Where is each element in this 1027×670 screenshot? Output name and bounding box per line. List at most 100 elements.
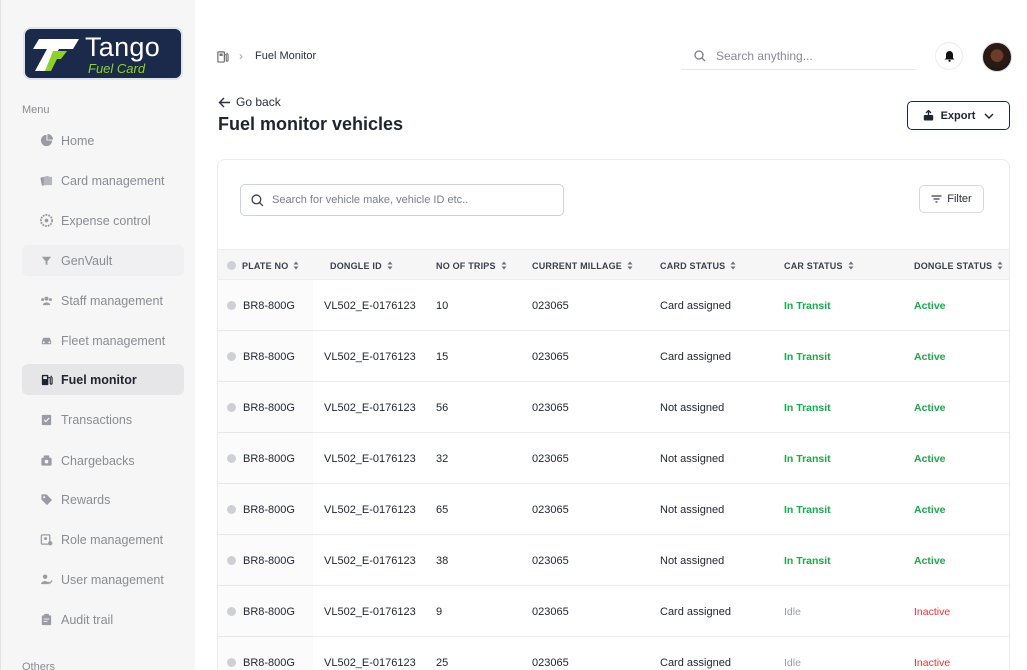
row-select-dot[interactable]	[227, 535, 236, 586]
cell-card-status: Not assigned	[660, 401, 725, 414]
tango-logo-mark-icon	[33, 39, 79, 71]
cell-dongle-status: Inactive	[914, 656, 951, 669]
go-back-link[interactable]: Go back	[218, 95, 281, 109]
cell-card-status: Card assigned	[660, 605, 731, 618]
vehicles-table-card: Filter PLATE NO DONGLE ID NO OF TRIPS CU…	[217, 159, 1010, 670]
row-select-dot[interactable]	[227, 484, 236, 535]
sidebar-item-card-management[interactable]: Card management	[22, 165, 184, 196]
page-title: Fuel monitor vehicles	[218, 114, 404, 134]
avatar[interactable]	[982, 42, 1012, 72]
column-header-current-millage[interactable]: CURRENT MILLAGE	[532, 250, 633, 281]
cell-plate-no: BR8-800G	[243, 452, 295, 465]
column-header-card-status[interactable]: CARD STATUS	[660, 250, 736, 281]
car-icon	[39, 334, 53, 348]
chevron-right-icon: ›	[239, 49, 243, 63]
cell-car-status: In Transit	[784, 503, 831, 516]
sidebar-item-audit-trail[interactable]: Audit trail	[22, 604, 184, 635]
cell-plate-no: BR8-800G	[243, 401, 295, 414]
filter-button[interactable]: Filter	[919, 185, 984, 213]
sidebar-item-label: Role management	[61, 532, 164, 547]
logo-brand: Tango	[85, 32, 161, 62]
table-row[interactable]: BR8-800G VL502_E-0176123 56 023065 Not a…	[218, 382, 1009, 433]
sidebar-item-chargebacks[interactable]: Chargebacks	[22, 445, 184, 476]
sidebar-item-user-management[interactable]: User management	[22, 564, 184, 595]
sidebar-item-fleet-management[interactable]: Fleet management	[22, 325, 184, 356]
sort-icon	[387, 261, 393, 270]
search-icon	[251, 193, 264, 207]
cell-dongle-id: VL502_E-0176123	[324, 656, 416, 669]
cell-current-millage: 023065	[532, 605, 569, 618]
tango-logo[interactable]: Tango Fuel Card	[23, 27, 183, 80]
cell-no-of-trips: 38	[436, 554, 449, 567]
sidebar-item-rewards[interactable]: Rewards	[22, 484, 184, 515]
table-row[interactable]: BR8-800G VL502_E-0176123 65 023065 Not a…	[218, 484, 1009, 535]
cell-plate-no: BR8-800G	[243, 350, 295, 363]
cell-dongle-status: Active	[914, 299, 946, 312]
cell-plate-no: BR8-800G	[243, 299, 295, 312]
cell-dongle-id: VL502_E-0176123	[324, 503, 416, 516]
cell-car-status: In Transit	[784, 452, 831, 465]
column-header-plate-no[interactable]: PLATE NO	[242, 250, 299, 281]
notifications-button[interactable]	[936, 43, 962, 69]
export-button[interactable]: Export	[907, 101, 1010, 130]
sidebar-item-fuel-monitor[interactable]: Fuel monitor	[22, 364, 184, 395]
sidebar-item-transactions[interactable]: Transactions	[22, 404, 184, 435]
sort-icon	[997, 261, 1003, 270]
users-icon	[39, 294, 53, 308]
sidebar: Tango Fuel Card Menu Home Card managemen…	[0, 0, 195, 670]
cell-no-of-trips: 10	[436, 299, 449, 312]
cell-car-status: In Transit	[784, 299, 831, 312]
cell-no-of-trips: 32	[436, 452, 449, 465]
sidebar-item-label: Home	[61, 133, 95, 148]
table-row[interactable]: BR8-800G VL502_E-0176123 32 023065 Not a…	[218, 433, 1009, 484]
column-header-car-status[interactable]: CAR STATUS	[784, 250, 854, 281]
export-label: Export	[940, 109, 976, 122]
table-search-input[interactable]	[272, 194, 552, 206]
cell-current-millage: 023065	[532, 401, 569, 414]
search-icon	[694, 49, 706, 62]
cell-no-of-trips: 25	[436, 656, 449, 669]
row-select-dot[interactable]	[227, 331, 236, 382]
cell-current-millage: 023065	[532, 503, 569, 516]
table-row[interactable]: BR8-800G VL502_E-0176123 38 023065 Not a…	[218, 535, 1009, 586]
cell-no-of-trips: 65	[436, 503, 449, 516]
cell-no-of-trips: 56	[436, 401, 449, 414]
table-row[interactable]: BR8-800G VL502_E-0176123 15 023065 Card …	[218, 331, 1009, 382]
column-header-no-of-trips[interactable]: NO OF TRIPS	[436, 250, 507, 281]
sidebar-item-role-management[interactable]: Role management	[22, 524, 184, 555]
breadcrumb: › Fuel Monitor	[216, 46, 316, 66]
global-search-input[interactable]	[716, 48, 906, 63]
row-select-dot[interactable]	[227, 433, 236, 484]
column-header-dongle-status[interactable]: DONGLE STATUS	[914, 250, 1003, 281]
sidebar-item-label: Fleet management	[61, 333, 166, 348]
row-select-dot[interactable]	[227, 586, 236, 637]
sidebar-item-expense-control[interactable]: Expense control	[22, 205, 184, 236]
column-header-dongle-id[interactable]: DONGLE ID	[330, 250, 393, 281]
sidebar-item-label: GenVault	[61, 253, 113, 268]
table-row[interactable]: BR8-800G VL502_E-0176123 10 023065 Card …	[218, 280, 1009, 331]
table-row[interactable]: BR8-800G VL502_E-0176123 25 023065 Card …	[218, 637, 1009, 670]
sort-icon	[293, 261, 299, 270]
global-search[interactable]	[681, 42, 915, 70]
row-select-dot[interactable]	[227, 382, 236, 433]
tag-icon	[39, 493, 53, 507]
receipt-icon	[39, 413, 53, 427]
cell-card-status: Not assigned	[660, 503, 725, 516]
cell-car-status: In Transit	[784, 401, 831, 414]
go-back-label: Go back	[236, 95, 281, 109]
table-search[interactable]	[240, 184, 564, 216]
fuel-pump-icon[interactable]	[216, 50, 229, 63]
row-select-dot[interactable]	[227, 280, 236, 331]
cell-dongle-id: VL502_E-0176123	[324, 350, 416, 363]
cell-car-status: In Transit	[784, 554, 831, 567]
sidebar-item-home[interactable]: Home	[22, 125, 184, 156]
sidebar-item-genvault[interactable]: GenVault	[22, 245, 184, 276]
cell-current-millage: 023065	[532, 299, 569, 312]
cell-dongle-status: Active	[914, 350, 946, 363]
sidebar-item-label: Expense control	[61, 213, 151, 228]
sidebar-item-label: Fuel monitor	[61, 372, 137, 387]
table-row[interactable]: BR8-800G VL502_E-0176123 9 023065 Card a…	[218, 586, 1009, 637]
select-all-dot[interactable]	[227, 250, 236, 281]
row-select-dot[interactable]	[227, 637, 236, 670]
sidebar-item-staff-management[interactable]: Staff management	[22, 285, 184, 316]
